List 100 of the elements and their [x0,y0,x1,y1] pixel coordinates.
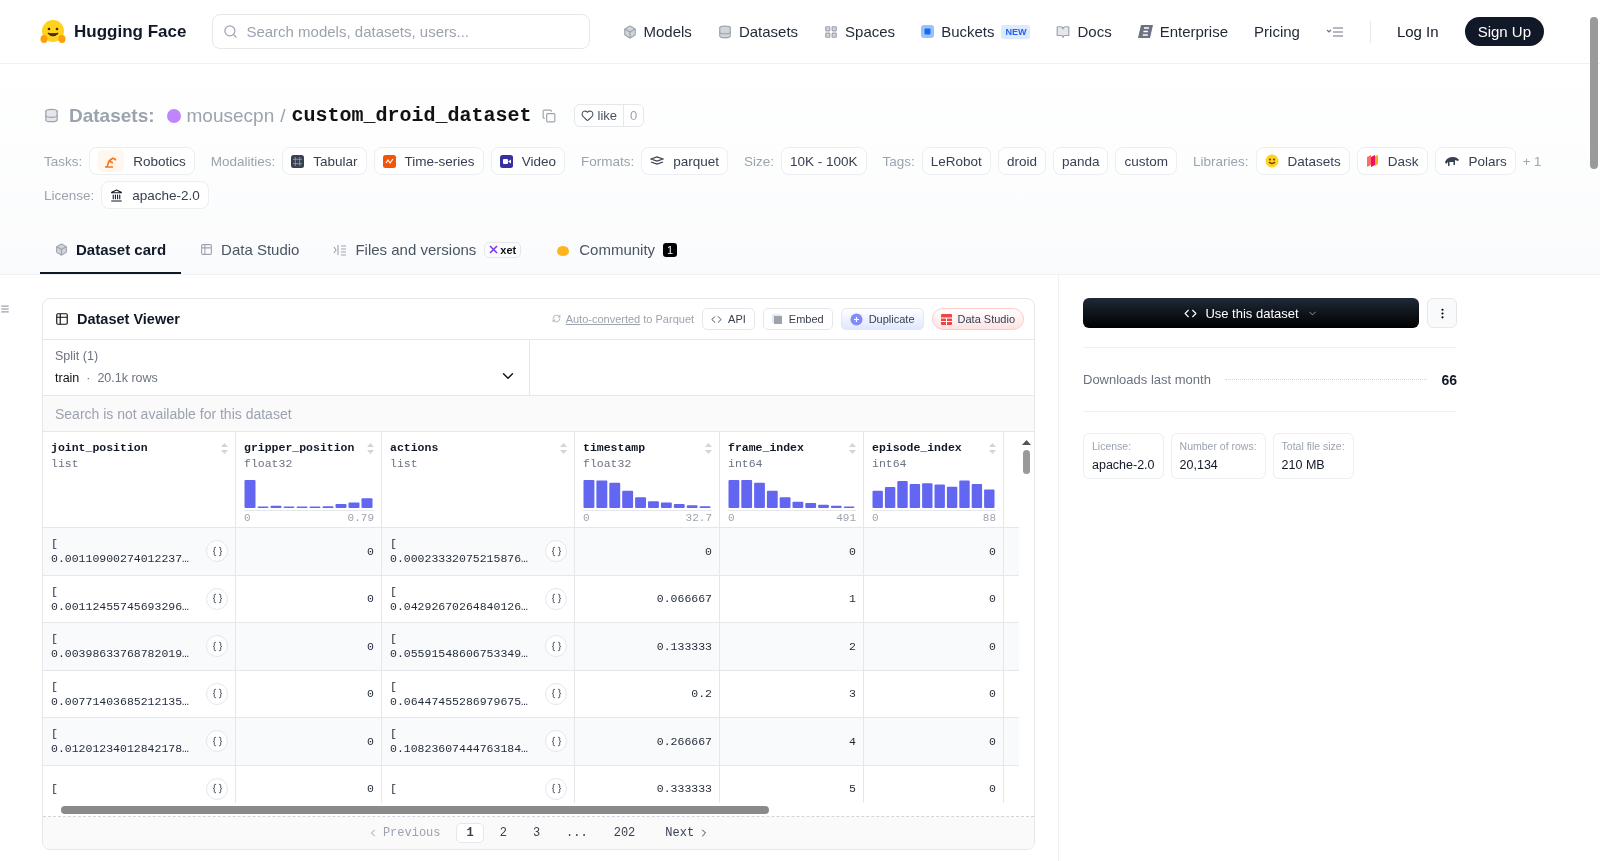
column-header[interactable]: episode_index int64 0 88 [864,432,1004,527]
stat-value: apache-2.0 [1092,458,1155,472]
table-cell: 2 [720,623,864,670]
signup-button[interactable]: Sign Up [1464,17,1544,46]
search-field[interactable]: Search models, datasets, users... [212,14,591,49]
page-link[interactable]: 3 [522,823,551,843]
tag[interactable]: Video [490,147,565,175]
tag[interactable]: custom [1115,147,1177,175]
tab[interactable]: Data Studio [185,241,315,274]
json-button[interactable] [545,777,567,800]
tag[interactable]: 10K - 100K [781,147,867,175]
table-cell: 0 [864,575,1004,622]
tag[interactable]: Tabular [282,147,367,175]
histogram-max: 0.79 [347,512,374,524]
nav-link[interactable]: Spaces [824,23,896,40]
tag[interactable]: Polars [1434,147,1516,175]
tag[interactable]: droid [997,147,1046,175]
tag[interactable]: parquet [641,147,728,175]
copy-icon[interactable] [541,108,556,123]
table-icon [291,154,305,168]
table-cell: 0 [236,718,382,765]
page-link[interactable]: 1 [456,823,484,843]
json-button[interactable] [545,540,567,563]
brand-name: Hugging Face [74,21,187,42]
json-button[interactable] [545,682,567,705]
json-button[interactable] [206,730,228,753]
column-header[interactable]: frame_index int64 0 491 [720,432,864,527]
meta-label: Formats: [580,153,635,169]
tag[interactable]: Robotics [89,147,195,175]
nav-link[interactable]: Datasets [717,23,799,40]
scroll-up-icon[interactable] [1019,438,1034,446]
nav-link[interactable]: Pricing [1254,23,1300,40]
tag[interactable]: panda [1052,147,1109,175]
json-button[interactable] [206,540,228,563]
braces-icon [550,688,562,700]
next-link[interactable]: Next [665,826,711,840]
table-cell: 0 [236,623,382,670]
table-cell: [ 0.10823607444763184… [382,718,575,765]
braces-icon [550,545,562,557]
landmark-icon [110,188,124,202]
table-cell: 4 [720,718,864,765]
avatar [166,108,181,123]
braces-icon [550,735,562,747]
category-label: Datasets: [69,104,155,127]
tab[interactable]: Files and versions xet [318,241,537,274]
braces-icon [550,783,562,795]
column-header[interactable]: timestamp float32 0 32.7 [575,432,720,527]
tag[interactable]: LeRobot [921,147,991,175]
login-link[interactable]: Log In [1396,23,1439,40]
xet-badge: xet [484,241,522,258]
scrollbar-thumb[interactable] [1023,450,1030,474]
use-dataset-button[interactable]: Use this dataset [1083,298,1419,328]
braces-icon [211,783,223,795]
json-button[interactable] [206,682,228,705]
toolbar-button[interactable]: Embed [762,308,833,330]
nav-link[interactable]: Docs [1056,23,1112,40]
meta-label: License: [44,187,95,203]
table-cell: 1 [720,575,864,622]
json-button[interactable] [545,635,567,658]
table-cell: 0.133333 [575,623,720,670]
table-icon [940,313,952,325]
page-link[interactable]: 2 [489,823,517,843]
menu-icon[interactable] [0,304,10,314]
histogram-max: 491 [836,512,856,524]
table-cell: 0 [236,670,382,717]
like-button[interactable]: like 0 [573,104,645,127]
tab[interactable]: Community 1 [540,241,693,274]
json-button[interactable] [206,635,228,658]
page-link[interactable]: 202 [603,823,646,843]
embed-icon [771,313,783,325]
count-badge: 1 [663,242,678,257]
tag[interactable]: Dask [1356,147,1428,175]
video-icon [499,154,513,168]
stat-label: Number of rows: [1179,440,1257,452]
table-icon [55,312,69,326]
nav-link[interactable]: Buckets NEW [921,23,1031,40]
json-button[interactable] [545,730,567,753]
nav-link[interactable]: Models [622,23,692,40]
layers-icon [650,156,665,166]
table-cell: 0.066667 [575,575,720,622]
toolbar-button[interactable]: API [702,308,755,330]
column-header[interactable]: gripper_position float32 0 0.79 [236,432,382,527]
table-cell: [ 0.00398633768782019… [43,623,236,670]
table-cell: [ 0.04292670264840126… [382,575,575,622]
split-select[interactable]: Split (1) train · 20.1k rows [43,340,530,395]
tab[interactable]: Dataset card [40,241,182,274]
toolbar-button[interactable]: Duplicate [840,308,924,330]
json-button[interactable] [545,587,567,610]
meta-label: Tasks: [44,153,83,169]
column-header[interactable]: actions list [382,432,575,527]
tag[interactable]: Time-series [373,147,484,175]
tag[interactable]: Datasets [1255,147,1350,175]
column-header[interactable]: joint_position list [43,432,236,527]
tag[interactable]: apache-2.0 [101,181,209,209]
page-link[interactable]: ... [556,823,598,843]
json-button[interactable] [206,587,228,610]
menu-icon[interactable] [1325,25,1344,38]
json-button[interactable] [206,777,228,800]
nav-link[interactable]: Enterprise [1137,23,1229,40]
toolbar-button[interactable]: Data Studio [931,308,1024,330]
